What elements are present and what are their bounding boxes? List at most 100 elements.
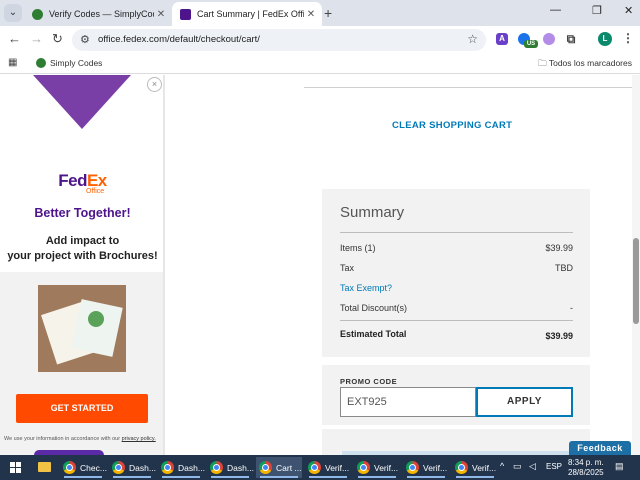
ad-subhead: Add impact to your project with Brochure…	[0, 234, 163, 264]
taskbar-chrome-window[interactable]: Verif...	[305, 457, 351, 478]
extension-a-icon[interactable]: A	[496, 33, 508, 45]
running-indicator	[260, 476, 298, 478]
new-tab-plus-icon[interactable]: +	[324, 5, 332, 21]
taskbar-label: Verif...	[374, 462, 399, 473]
discount-row: Total Discount(s) -	[340, 303, 573, 313]
feedback-button[interactable]: Feedback	[569, 441, 631, 455]
clock-time: 8:34 p. m.	[568, 458, 604, 467]
running-indicator	[162, 476, 200, 478]
close-tab-icon[interactable]: ✕	[304, 9, 318, 20]
privacy-note: We use your information in accordance wi…	[4, 436, 156, 442]
taskbar-chrome-window[interactable]: Dash...	[207, 457, 254, 478]
all-bookmarks-label: Todos los marcadores	[548, 58, 632, 68]
extension-circle-icon[interactable]	[543, 33, 555, 45]
os-taskbar: Chec... Dash... Dash... Dash... Cart ...…	[0, 455, 640, 480]
divider	[304, 87, 640, 88]
minimize-icon[interactable]: —	[550, 4, 561, 16]
estimated-total-value: $39.99	[545, 331, 573, 341]
tab-fedex-cart[interactable]: Cart Summary | FedEx Office ✕	[172, 2, 322, 26]
bookmarks-bar: ▦ Simply Codes 🗀 Todos los marcadores	[0, 54, 640, 74]
brochure-graphic	[88, 311, 104, 327]
close-window-icon[interactable]: ✕	[624, 4, 633, 17]
page-scrollbar[interactable]	[632, 75, 640, 455]
back-arrow-icon[interactable]: ←	[8, 31, 21, 46]
chrome-icon	[455, 461, 468, 474]
tax-exempt-link[interactable]: Tax Exempt?	[340, 283, 573, 293]
chrome-icon	[112, 461, 125, 474]
divider	[340, 232, 573, 233]
extensions-puzzle-icon[interactable]: ⧉	[565, 33, 577, 45]
taskbar-label: Chec...	[80, 462, 107, 473]
taskbar-chrome-window[interactable]: Dash...	[158, 457, 205, 478]
taskbar-label: Dash...	[227, 462, 254, 473]
bookmark-simply-codes[interactable]: Simply Codes	[36, 58, 102, 68]
taskbar-chrome-window-active[interactable]: Cart ...	[256, 457, 302, 478]
show-hidden-icons-chevron-icon[interactable]: ^	[500, 461, 504, 471]
running-indicator	[113, 476, 151, 478]
file-explorer-icon[interactable]	[38, 462, 51, 472]
reload-icon[interactable]: ↻	[52, 31, 63, 47]
discount-label: Total Discount(s)	[340, 303, 408, 313]
restore-icon[interactable]: ❐	[592, 4, 602, 17]
taskbar-chrome-window[interactable]: Verif...	[403, 457, 449, 478]
brochure-page	[71, 299, 123, 357]
clear-shopping-cart-link[interactable]: CLEAR SHOPPING CART	[392, 120, 512, 131]
taskbar-label: Cart ...	[276, 462, 302, 473]
address-bar[interactable]: ⚙ office.fedex.com/default/checkout/cart…	[72, 29, 486, 51]
tax-exempt-label[interactable]: Tax Exempt?	[340, 283, 392, 293]
running-indicator	[64, 476, 102, 478]
taskbar-label: Verif...	[325, 462, 350, 473]
fedex-office-logo: FedEx	[58, 171, 107, 190]
chrome-icon	[357, 461, 370, 474]
language-indicator[interactable]: ESP	[546, 462, 562, 471]
close-tab-icon[interactable]: ✕	[154, 9, 168, 20]
chrome-icon	[161, 461, 174, 474]
taskbar-label: Dash...	[178, 462, 205, 473]
taskbar-label: Dash...	[129, 462, 156, 473]
url-text[interactable]: office.fedex.com/default/checkout/cart/	[98, 34, 260, 45]
brochure-photo	[38, 285, 126, 372]
tab-search-chevron-icon[interactable]: ⌄	[4, 4, 22, 22]
bookmark-star-icon[interactable]: ☆	[467, 32, 478, 46]
items-label: Items (1)	[340, 243, 376, 253]
taskbar-label: Verif...	[423, 462, 448, 473]
order-summary: Summary Items (1) $39.99 Tax TBD Tax Exe…	[322, 189, 590, 357]
taskbar-label: Verif...	[472, 462, 497, 473]
network-icon[interactable]: ▭	[513, 461, 522, 472]
taskbar-chrome-window[interactable]: Chec...	[60, 457, 107, 478]
system-clock[interactable]: 8:34 p. m. 28/8/2025	[568, 458, 604, 478]
ad-subhead-line1: Add impact to	[45, 235, 120, 247]
running-indicator	[456, 476, 494, 478]
tab-title: Cart Summary | FedEx Office	[197, 9, 304, 19]
next-section-peek	[322, 429, 590, 455]
volume-icon[interactable]: ◁	[529, 461, 536, 472]
estimated-total-label: Estimated Total	[340, 329, 407, 339]
all-bookmarks[interactable]: 🗀 Todos los marcadores	[538, 58, 632, 72]
extension-badge: US	[524, 40, 538, 48]
running-indicator	[358, 476, 396, 478]
apps-grid-icon[interactable]: ▦	[8, 57, 17, 68]
taskbar-chrome-window[interactable]: Verif...	[452, 457, 498, 478]
summary-title: Summary	[340, 204, 405, 221]
browser-menu-icon[interactable]: ⋮	[622, 32, 634, 45]
simplycodes-favicon-icon	[36, 58, 46, 68]
close-ad-icon[interactable]: ×	[147, 77, 162, 92]
tab-title: Verify Codes — SimplyCodes	[49, 9, 154, 19]
cart-main: CLEAR SHOPPING CART Summary Items (1) $3…	[167, 75, 640, 455]
apply-button[interactable]: APPLY	[476, 387, 573, 417]
scrollbar-thumb[interactable]	[633, 238, 639, 324]
privacy-policy-link[interactable]: privacy policy.	[122, 436, 156, 442]
taskbar-chrome-window[interactable]: Dash...	[109, 457, 156, 478]
ad-headline: Better Together!	[34, 206, 131, 220]
site-settings-icon[interactable]: ⚙	[80, 33, 90, 46]
forward-arrow-icon[interactable]: →	[30, 31, 43, 46]
profile-avatar[interactable]: L	[598, 32, 612, 46]
browser-toolbar: ← → ↻ ⚙ office.fedex.com/default/checkou…	[0, 26, 640, 54]
promo-code-input[interactable]: EXT925	[340, 387, 476, 417]
notifications-icon[interactable]: ▤	[615, 461, 624, 472]
taskbar-chrome-window[interactable]: Verif...	[354, 457, 400, 478]
tab-simplycodes[interactable]: Verify Codes — SimplyCodes ✕	[24, 2, 172, 26]
windows-start-icon[interactable]	[10, 462, 21, 473]
logo-subtitle: Office	[86, 188, 105, 195]
get-started-button[interactable]: GET STARTED	[16, 394, 148, 423]
